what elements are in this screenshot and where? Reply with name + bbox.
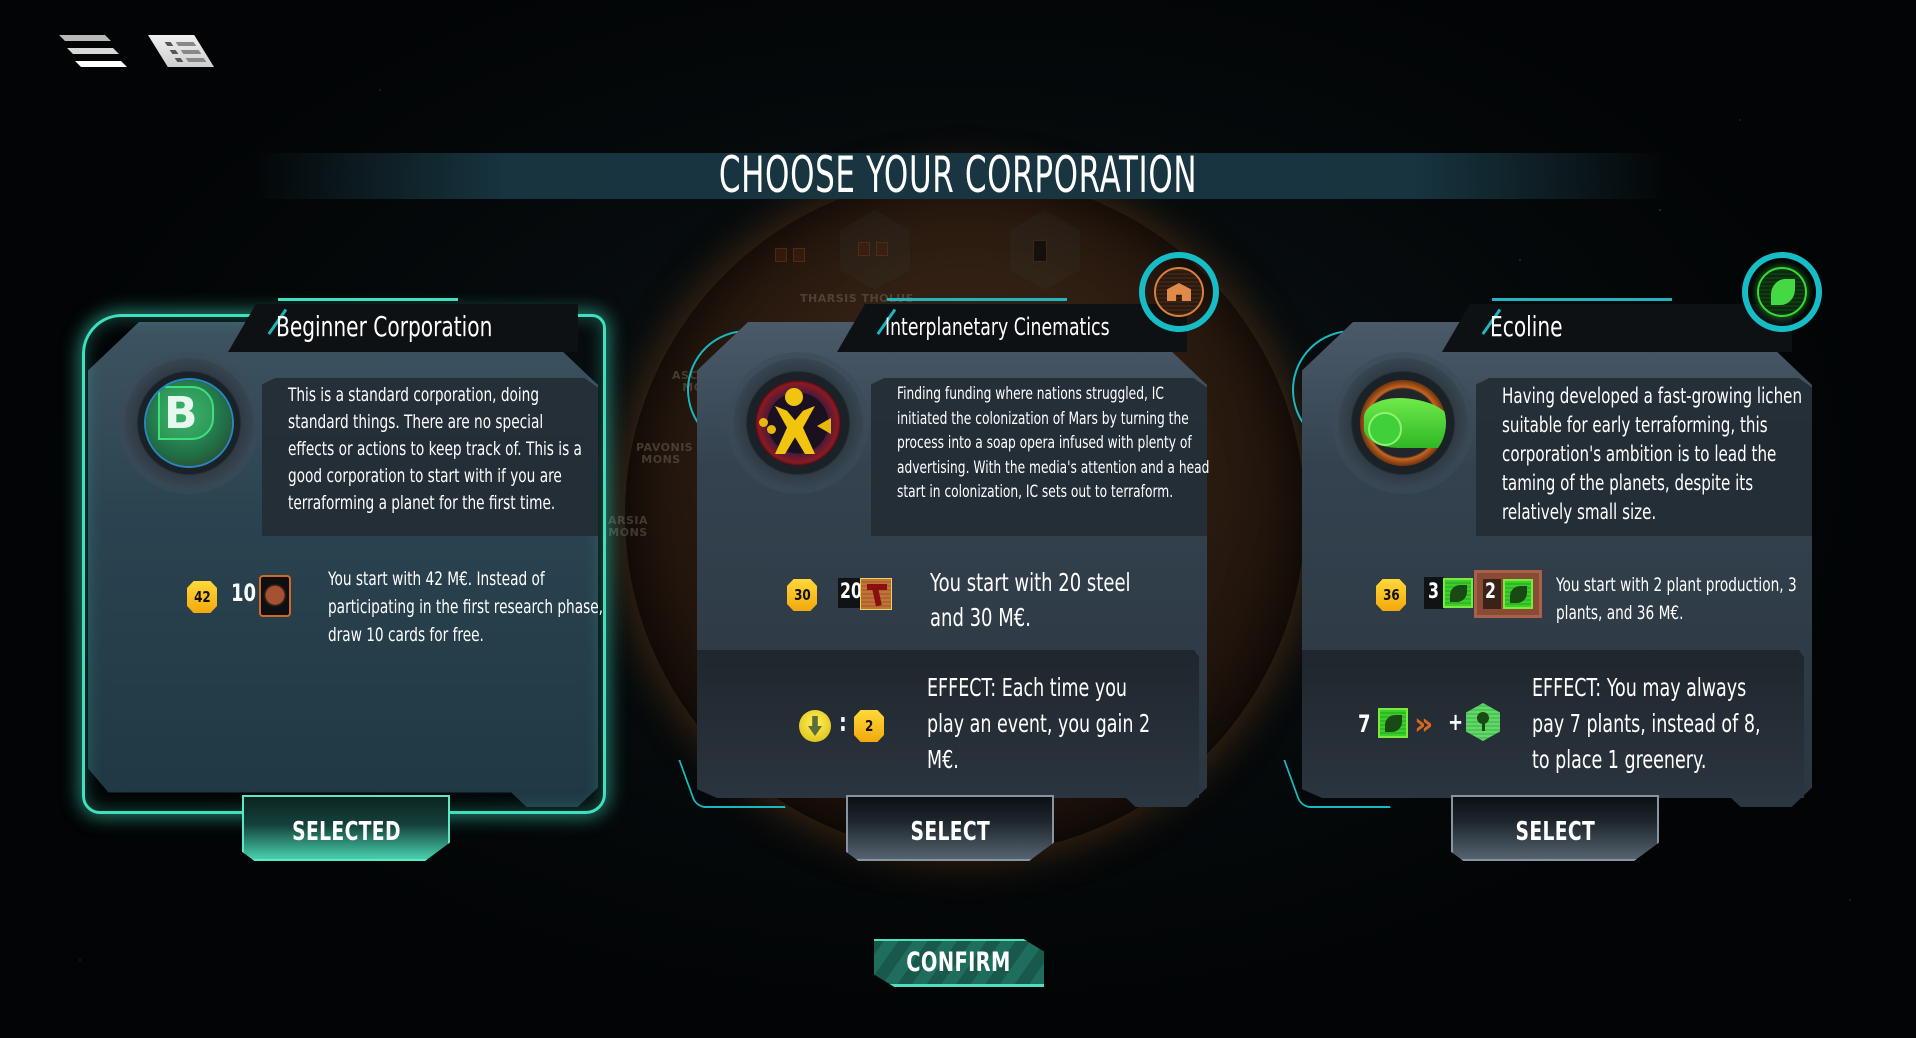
starting-resources-row: 36 3 2 You start with 2 plant production… bbox=[1302, 565, 1812, 655]
plant-icon bbox=[1443, 578, 1473, 608]
building-tag-icon bbox=[1127, 240, 1231, 344]
menu-icon[interactable] bbox=[58, 35, 127, 69]
map-card-bonus bbox=[1033, 240, 1047, 262]
starting-text: You start with 20 steel and 30 M€. bbox=[930, 568, 1131, 632]
effect-cost-amount: 7 bbox=[1358, 710, 1371, 738]
plant-production-box: 2 bbox=[1474, 570, 1542, 618]
map-steel-bonus bbox=[858, 242, 870, 256]
plant-tag-icon bbox=[1730, 240, 1834, 344]
map-steel-bonus bbox=[876, 242, 888, 256]
beginner-b-logo: B bbox=[146, 380, 232, 466]
plants-amount: 3 bbox=[1428, 579, 1439, 603]
interplanetary-cinematics-logo bbox=[755, 380, 841, 466]
corporation-logo-ring bbox=[1338, 358, 1468, 488]
corporation-description: This is a standard corporation, doing st… bbox=[288, 384, 582, 514]
card-icon bbox=[259, 575, 291, 617]
megacredit-icon: 30 bbox=[787, 579, 817, 611]
starting-text: You start with 2 plant production, 3 pla… bbox=[1556, 574, 1797, 624]
ecoline-logo bbox=[1360, 380, 1446, 466]
corporation-description: Finding funding where nations struggled,… bbox=[897, 384, 1210, 502]
selected-button[interactable]: SELECTED bbox=[242, 795, 450, 861]
corporation-card-ecoline[interactable]: Ecoline Having developed a fast-growing … bbox=[1282, 240, 1862, 861]
card-list-icon[interactable] bbox=[148, 35, 216, 69]
starting-text: You start with 42 M€. Instead of partici… bbox=[328, 568, 603, 646]
map-steel-bonus bbox=[775, 248, 787, 262]
plant-production-icon bbox=[1503, 579, 1533, 609]
megacredit-icon: 42 bbox=[187, 581, 217, 613]
corporation-name: Interplanetary Cinematics bbox=[885, 313, 1110, 341]
corporation-logo-ring bbox=[733, 358, 863, 488]
effect-plus: + bbox=[1448, 708, 1464, 736]
steel-amount: 20 bbox=[840, 579, 862, 603]
effect-separator: : bbox=[839, 708, 847, 738]
event-tag-icon bbox=[799, 710, 831, 742]
steel-icon bbox=[860, 578, 892, 610]
corporation-card-interplanetary-cinematics[interactable]: Interplanetary Cinematics Finding fundin… bbox=[677, 240, 1257, 861]
megacredit-icon: 2 bbox=[854, 710, 884, 742]
corporation-name: Beginner Corporation bbox=[276, 310, 493, 343]
cards-amount: 10 bbox=[231, 579, 257, 607]
corporation-card-beginner[interactable]: Beginner Corporation B This is a standar… bbox=[82, 280, 648, 861]
page-title: CHOOSE YOUR CORPORATION bbox=[718, 146, 1198, 204]
effect-text: EFFECT: Each time you play an event, you… bbox=[927, 673, 1151, 774]
map-steel-bonus bbox=[793, 248, 805, 262]
select-button[interactable]: SELECT bbox=[846, 795, 1054, 861]
select-button[interactable]: SELECT bbox=[1451, 795, 1659, 861]
corporation-logo-ring: B bbox=[124, 358, 254, 488]
starting-resources-row: 42 10 You start with 42 M€. Instead of p… bbox=[88, 565, 603, 655]
starting-resources-row: 30 20 You start with 20 steel and 30 M€. bbox=[697, 565, 1207, 655]
effect-text: EFFECT: You may always pay 7 plants, ins… bbox=[1532, 673, 1761, 774]
megacredit-icon: 36 bbox=[1376, 579, 1406, 611]
confirm-button[interactable]: CONFIRM bbox=[874, 939, 1044, 987]
corporation-name: Ecoline bbox=[1490, 310, 1563, 343]
plant-icon bbox=[1378, 708, 1408, 738]
plant-production-amount: 2 bbox=[1485, 579, 1496, 603]
corporation-description: Having developed a fast-growing lichen s… bbox=[1502, 384, 1803, 524]
conversion-arrow-icon: » bbox=[1414, 707, 1434, 742]
